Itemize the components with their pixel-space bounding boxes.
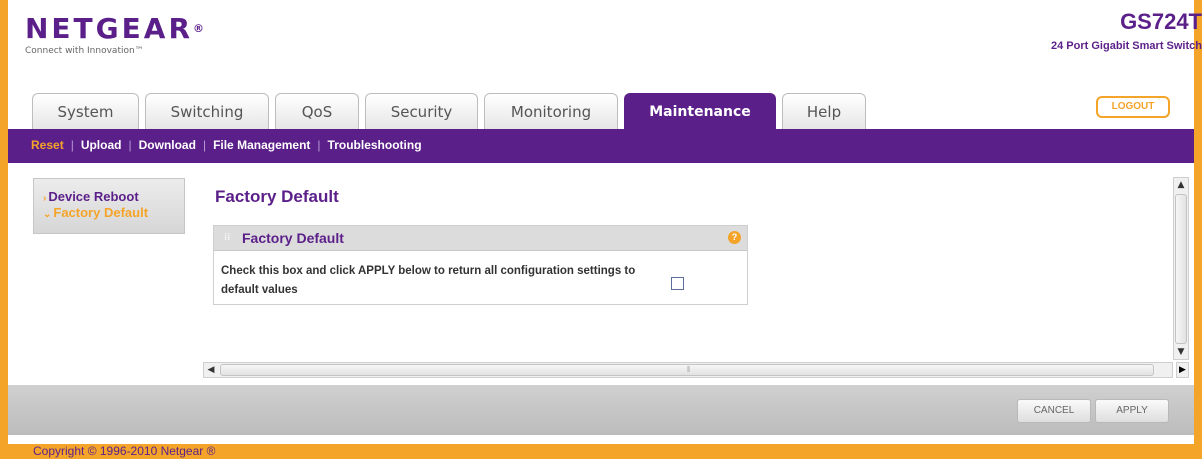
- tab-maintenance[interactable]: Maintenance: [624, 93, 776, 129]
- panel-header: ⁞⁞ Factory Default ?: [214, 226, 747, 251]
- scroll-down-icon[interactable]: ▼: [1174, 345, 1188, 359]
- subnav-troubleshooting[interactable]: Troubleshooting: [328, 138, 422, 152]
- brand-name: NETGEAR: [25, 12, 193, 45]
- copyright-text: Copyright © 1996-2010 Netgear ®: [33, 444, 216, 458]
- model-info: GS724T 24 Port Gigabit Smart Switch: [902, 9, 1202, 53]
- netgear-logo: NETGEAR® Connect with Innovation™: [25, 12, 204, 57]
- footer: Copyright © 1996-2010 Netgear ®: [8, 444, 1194, 459]
- model-name: GS724T: [1120, 9, 1202, 34]
- scroll-left-icon[interactable]: ◀: [204, 363, 218, 377]
- subnav-file-management[interactable]: File Management: [213, 138, 310, 152]
- brand-tagline: Connect with Innovation™: [25, 46, 144, 56]
- panel-title: Factory Default: [242, 230, 344, 246]
- grip-icon: ⁞⁞: [224, 232, 231, 243]
- factory-default-description: Check this box and click APPLY below to …: [221, 265, 636, 296]
- tab-switching[interactable]: Switching: [145, 93, 269, 129]
- sub-navigation: Reset | Upload | Download | File Management | Tr…: [8, 129, 1194, 163]
- separator: |: [202, 138, 207, 152]
- menu-item-factory-default[interactable]: ⌄ Factory Default: [34, 205, 184, 220]
- vertical-scrollbar[interactable]: ▲ ▼: [1173, 177, 1189, 360]
- grip-icon: ⦀: [687, 365, 691, 374]
- tab-system[interactable]: System: [32, 93, 139, 129]
- subnav-download[interactable]: Download: [139, 138, 196, 152]
- tab-help[interactable]: Help: [782, 93, 866, 129]
- factory-default-checkbox[interactable]: [671, 277, 684, 290]
- logout-button[interactable]: LOGOUT: [1096, 96, 1170, 118]
- tab-security[interactable]: Security: [365, 93, 478, 129]
- scroll-up-icon[interactable]: ▲: [1174, 178, 1188, 192]
- cancel-button[interactable]: CANCEL: [1017, 399, 1091, 423]
- chevron-right-icon: ›: [43, 193, 47, 204]
- scroll-right-icon[interactable]: ▶: [1176, 362, 1189, 378]
- factory-default-panel: ⁞⁞ Factory Default ? Check this box and …: [213, 225, 748, 305]
- page-title: Factory Default: [215, 187, 339, 206]
- subnav-upload[interactable]: Upload: [81, 138, 122, 152]
- scroll-thumb[interactable]: ⦀: [220, 364, 1154, 376]
- left-menu: › Device Reboot ⌄ Factory Default: [33, 178, 185, 234]
- chevron-down-icon: ⌄: [43, 209, 52, 220]
- horizontal-scrollbar[interactable]: ◀ ⦀: [203, 362, 1173, 378]
- brand-mark: ®: [193, 22, 204, 35]
- apply-button[interactable]: APPLY: [1095, 399, 1169, 423]
- separator: |: [70, 138, 74, 152]
- model-description: 24 Port Gigabit Smart Switch: [1051, 40, 1202, 52]
- scroll-thumb[interactable]: [1175, 194, 1187, 344]
- separator: |: [317, 138, 321, 152]
- separator: |: [128, 138, 132, 152]
- subnav-reset[interactable]: Reset: [31, 138, 64, 152]
- menu-item-device-reboot[interactable]: › Device Reboot: [34, 189, 184, 204]
- tab-monitoring[interactable]: Monitoring: [484, 93, 618, 129]
- tab-qos[interactable]: QoS: [275, 93, 359, 129]
- button-bar: CANCEL APPLY: [8, 385, 1194, 435]
- help-icon[interactable]: ?: [728, 231, 741, 244]
